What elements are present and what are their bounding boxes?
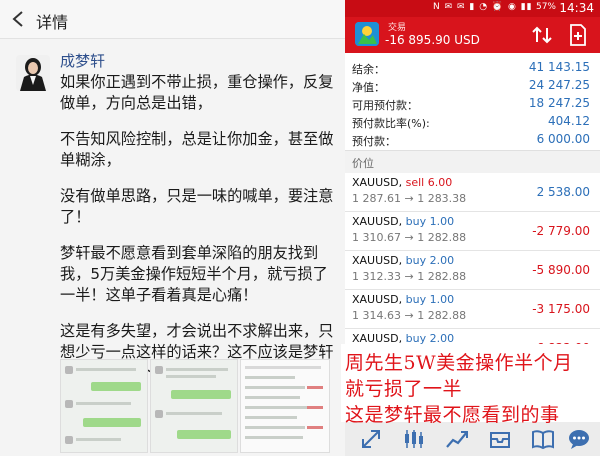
- account-value: 41 143.15: [528, 60, 590, 74]
- account-free-margin-row: 可用预付款： 18 247.25: [345, 95, 600, 113]
- history-icon[interactable]: [488, 427, 512, 451]
- order-side: buy 1.00: [405, 215, 455, 228]
- positions-section-header: 价位: [345, 151, 600, 173]
- post-body: 成梦轩 如果你正遇到不带止损，重仓操作，反复做单，方向总是出错， 不告知风险控制…: [0, 39, 345, 456]
- position-row[interactable]: XAUUSD, sell 6.00 1 287.61 → 1 283.38 2 53…: [345, 173, 600, 212]
- position-profit: -2 779.00: [532, 224, 590, 238]
- account-label: 净值：: [352, 81, 385, 94]
- open-current-price: 1 314.63 → 1 282.88: [352, 309, 467, 322]
- status-icons: N ✉ ✉ ▮ ◔ ⏰ ◉ ▮▮: [433, 2, 533, 12]
- order-side: buy 2.00: [405, 254, 455, 267]
- account-value: 18 247.25: [528, 96, 590, 110]
- post-image-grid: [60, 359, 330, 453]
- screenshot-collage: 详情 成梦轩 如果你正遇到不带止损，重仓操作，反复做单，方向总是出错， 不告知风…: [0, 0, 600, 456]
- position-row[interactable]: XAUUSD, buy 2.00 1 312.33 → 1 282.88 -5 89…: [345, 251, 600, 290]
- page-title: 详情: [36, 13, 69, 32]
- app-logo-icon[interactable]: [355, 22, 379, 46]
- post-paragraph: 如果你正遇到不带止损，重仓操作，反复做单，方向总是出错，: [60, 73, 334, 112]
- app-toolbar: 交易 -16 895.90 USD: [345, 17, 600, 53]
- avatar[interactable]: [16, 55, 50, 91]
- symbol-name: XAUUSD,: [352, 215, 403, 228]
- post-header: 详情: [0, 0, 345, 39]
- order-side: sell 6.00: [405, 176, 453, 189]
- position-profit: -3 175.00: [532, 302, 590, 316]
- account-label: 结余：: [352, 63, 385, 76]
- position-profit: 2 538.00: [536, 185, 590, 199]
- account-label: 预付款比率(%):: [352, 117, 430, 130]
- messages-icon[interactable]: [567, 427, 591, 451]
- account-balance-row: 结余： 41 143.15: [345, 59, 600, 77]
- open-current-price: 1 312.33 → 1 282.88: [352, 270, 467, 283]
- caption-line: 就亏损了一半: [345, 378, 463, 400]
- symbol-name: XAUUSD,: [352, 293, 403, 306]
- battery-level: 57%: [535, 2, 556, 12]
- book-icon[interactable]: [531, 427, 555, 451]
- back-arrow-icon[interactable]: [10, 10, 26, 28]
- position-row[interactable]: XAUUSD, buy 1.00 1 314.63 → 1 282.88 -3 17…: [345, 290, 600, 329]
- overlay-caption: 周先生5W美金操作半个月 就亏损了一半 这是梦轩最不愿看到的事: [341, 344, 600, 426]
- post-paragraph: 没有做单思路，只是一味的喊单，要注意了！: [60, 187, 334, 226]
- app-title: 交易: [388, 23, 407, 33]
- position-row[interactable]: XAUUSD, buy 1.00 1 310.67 → 1 282.88 -2 77…: [345, 212, 600, 251]
- post-image-chat-1[interactable]: [60, 359, 148, 453]
- account-label: 预付款：: [352, 135, 396, 148]
- trade-icon[interactable]: [445, 427, 469, 451]
- open-current-price: 1 310.67 → 1 282.88: [352, 231, 467, 244]
- account-margin-level-row: 预付款比率(%): 404.12: [345, 113, 600, 131]
- floating-profit: -16 895.90 USD: [385, 33, 480, 47]
- position-profit: -5 890.00: [532, 263, 590, 277]
- account-value: 6 000.00: [536, 132, 590, 146]
- chart-icon[interactable]: [402, 427, 426, 451]
- post-image-trades[interactable]: [240, 359, 330, 453]
- account-value: 24 247.25: [528, 78, 590, 92]
- position-symbol: XAUUSD, buy 1.00: [352, 293, 454, 306]
- post-paragraph: 不告知风险控制，总是让你加金，甚至做单糊涂，: [60, 130, 334, 169]
- account-margin-row: 预付款： 6 000.00: [345, 131, 600, 149]
- post-image-chat-2[interactable]: [150, 359, 238, 453]
- new-order-icon[interactable]: [569, 24, 587, 46]
- symbol-name: XAUUSD,: [352, 176, 403, 189]
- post-detail-panel: 详情 成梦轩 如果你正遇到不带止损，重仓操作，反复做单，方向总是出错， 不告知风…: [0, 0, 345, 456]
- open-current-price: 1 287.61 → 1 283.38: [352, 192, 467, 205]
- status-time: 14:34: [559, 1, 594, 15]
- account-equity-row: 净值： 24 247.25: [345, 77, 600, 95]
- post-text: 如果你正遇到不带止损，重仓操作，反复做单，方向总是出错， 不告知风险控制，总是让…: [60, 72, 343, 399]
- symbol-name: XAUUSD,: [352, 254, 403, 267]
- position-symbol: XAUUSD, buy 2.00: [352, 254, 454, 267]
- account-value: 404.12: [548, 114, 590, 128]
- position-symbol: XAUUSD, buy 1.00: [352, 215, 454, 228]
- author-name[interactable]: 成梦轩: [60, 50, 105, 71]
- caption-line: 周先生5W美金操作半个月: [345, 352, 573, 374]
- order-side: buy 1.00: [405, 293, 455, 306]
- status-bar: N ✉ ✉ ▮ ◔ ⏰ ◉ ▮▮ 57% 14:34: [345, 0, 600, 17]
- account-label: 可用预付款：: [352, 99, 418, 112]
- caption-line: 这是梦轩最不愿看到的事: [345, 404, 560, 426]
- section-label: 价位: [352, 157, 374, 170]
- position-symbol: XAUUSD, sell 6.00: [352, 176, 452, 189]
- sort-arrows-icon[interactable]: [531, 25, 553, 45]
- post-paragraph: 梦轩最不愿意看到套单深陷的朋友找到我，5万美金操作短短半个月，就亏损了一半！这单…: [60, 244, 328, 304]
- quotes-icon[interactable]: [359, 427, 383, 451]
